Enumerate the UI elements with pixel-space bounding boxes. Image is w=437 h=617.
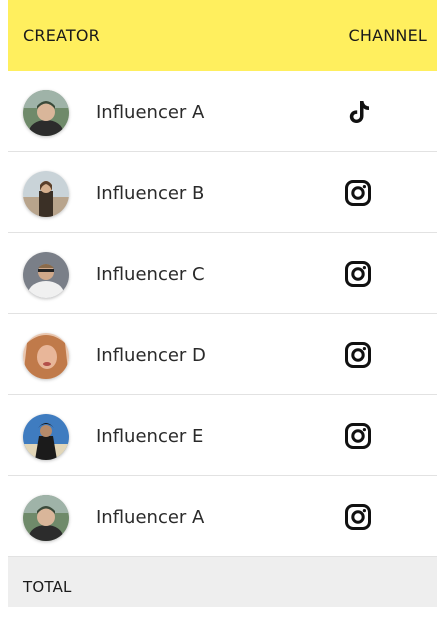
creator-name[interactable]: Influencer A: [96, 102, 204, 123]
table-row[interactable]: Influencer E: [8, 395, 437, 476]
table-row[interactable]: Influencer A: [8, 71, 437, 152]
creator-name[interactable]: Influencer A: [96, 507, 204, 528]
avatar: [23, 333, 69, 379]
creator-name[interactable]: Influencer D: [96, 345, 206, 366]
instagram-icon: [344, 260, 372, 288]
table-row[interactable]: Influencer C: [8, 233, 437, 314]
tiktok-icon: [344, 98, 372, 126]
avatar: [23, 414, 69, 460]
total-label: TOTAL: [23, 578, 72, 596]
table-row[interactable]: Influencer B: [8, 152, 437, 233]
creator-name[interactable]: Influencer E: [96, 426, 203, 447]
column-header-creator[interactable]: CREATOR: [23, 26, 100, 45]
table-footer: TOTAL: [8, 557, 437, 607]
table-row[interactable]: Influencer D: [8, 314, 437, 395]
avatar: [23, 171, 69, 217]
avatar: [23, 252, 69, 298]
table-row[interactable]: Influencer A: [8, 476, 437, 557]
creator-name[interactable]: Influencer B: [96, 183, 204, 204]
creator-table: CREATOR CHANNEL Influencer A Influencer …: [8, 0, 437, 607]
instagram-icon: [344, 422, 372, 450]
avatar: [23, 495, 69, 541]
creator-name[interactable]: Influencer C: [96, 264, 205, 285]
instagram-icon: [344, 503, 372, 531]
table-body: Influencer A Influencer B Influencer C I…: [8, 71, 437, 557]
table-header: CREATOR CHANNEL: [8, 0, 437, 71]
column-header-channel[interactable]: CHANNEL: [348, 26, 427, 45]
instagram-icon: [344, 179, 372, 207]
avatar: [23, 90, 69, 136]
instagram-icon: [344, 341, 372, 369]
